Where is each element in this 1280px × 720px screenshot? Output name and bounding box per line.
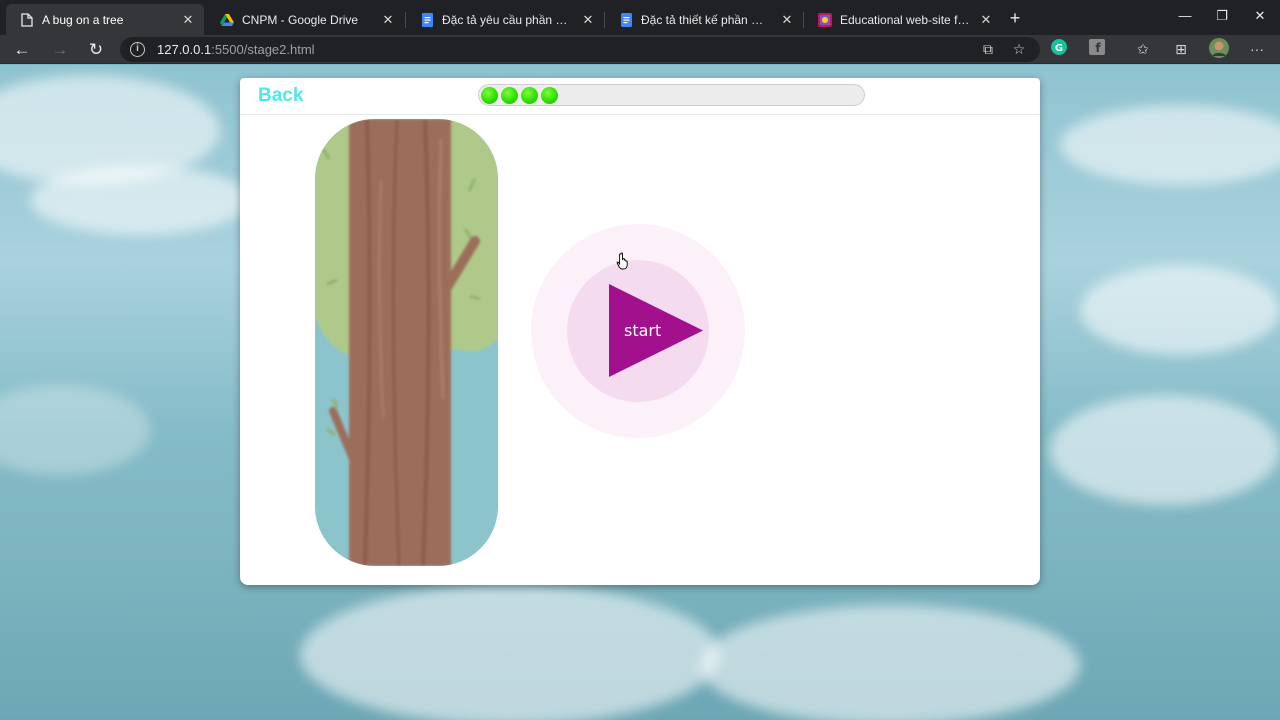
avatar[interactable]	[1209, 38, 1229, 58]
tab-title: Đặc tả thiết kế phần mềm - Goo	[641, 12, 773, 27]
browser-toolbar: ← → ↻ i 127.0.0.1:5500/stage2.html ⧉ ☆ G…	[0, 35, 1280, 64]
star-icon[interactable]: ☆	[1010, 40, 1028, 58]
close-window-icon[interactable]: ✕	[1242, 6, 1278, 26]
minimize-icon[interactable]: —	[1167, 6, 1203, 26]
tab-title: A bug on a tree	[42, 12, 124, 27]
svg-text:f: f	[1095, 41, 1101, 55]
collections-icon[interactable]: ⊞	[1172, 40, 1190, 58]
start-button[interactable]: start	[609, 284, 703, 377]
tab-title: Đặc tả yêu cầu phần mềm - Goo	[442, 12, 574, 27]
restore-icon[interactable]: ❐	[1204, 6, 1240, 26]
start-label: start	[624, 321, 662, 340]
background-cloud	[700, 605, 1080, 720]
tab-educational-web-site[interactable]: Educational web-site for childre ✕	[804, 4, 1002, 35]
tree-graphic	[315, 119, 498, 566]
start-button-halo: start	[531, 224, 745, 438]
background-cloud	[0, 385, 150, 475]
site-icon	[818, 12, 832, 27]
close-icon[interactable]: ✕	[978, 12, 994, 28]
info-icon[interactable]: i	[130, 42, 145, 57]
google-docs-icon	[619, 12, 633, 27]
close-icon[interactable]: ✕	[779, 12, 795, 28]
more-menu-icon[interactable]: ···	[1248, 40, 1266, 58]
close-icon[interactable]: ✕	[380, 12, 396, 28]
tab-cnpm-google-drive[interactable]: CNPM - Google Drive ✕	[206, 4, 404, 35]
background-cloud	[1080, 265, 1280, 355]
translate-icon[interactable]: ⧉	[979, 40, 997, 58]
tab-strip: A bug on a tree ✕ CNPM - Google Drive ✕ …	[0, 0, 1280, 35]
progress-bar	[478, 84, 865, 106]
forward-arrow-icon[interactable]: →	[48, 38, 72, 62]
address-bar[interactable]: i 127.0.0.1:5500/stage2.html ⧉ ☆	[120, 37, 1040, 62]
background-cloud	[1050, 395, 1280, 505]
grammarly-icon[interactable]: G	[1050, 39, 1068, 57]
google-drive-icon	[220, 13, 234, 27]
favorites-icon[interactable]: ✩	[1134, 40, 1152, 58]
hand-cursor-icon	[616, 252, 628, 270]
background-cloud	[300, 585, 720, 720]
close-icon[interactable]: ✕	[580, 12, 596, 28]
tab-dac-ta-thiet-ke[interactable]: Đặc tả thiết kế phần mềm - Goo ✕	[605, 4, 803, 35]
progress-dot	[521, 87, 538, 104]
tab-a-bug-on-a-tree[interactable]: A bug on a tree ✕	[6, 4, 204, 35]
back-arrow-icon[interactable]: ←	[10, 38, 34, 62]
back-link[interactable]: Back	[258, 85, 303, 107]
progress-dots	[481, 87, 558, 104]
reload-icon[interactable]: ↻	[84, 38, 108, 62]
facebook-icon[interactable]: f	[1088, 39, 1106, 57]
tab-title: Educational web-site for childre	[840, 12, 972, 27]
close-icon[interactable]: ✕	[180, 12, 196, 28]
progress-dot	[541, 87, 558, 104]
background-cloud	[1060, 105, 1280, 185]
tree-illustration	[315, 119, 498, 566]
background-cloud	[30, 165, 250, 235]
tab-dac-ta-yeu-cau[interactable]: Đặc tả yêu cầu phần mềm - Goo ✕	[406, 4, 604, 35]
page-viewport: Back start	[0, 65, 1280, 720]
page-icon	[20, 12, 34, 27]
tab-title: CNPM - Google Drive	[242, 12, 359, 27]
address-url[interactable]: 127.0.0.1:5500/stage2.html	[157, 42, 315, 57]
progress-dot	[481, 87, 498, 104]
google-docs-icon	[420, 12, 434, 27]
game-header: Back	[240, 78, 1040, 115]
progress-dot	[501, 87, 518, 104]
new-tab-button[interactable]: +	[1006, 9, 1024, 27]
game-card: Back start	[240, 78, 1040, 585]
svg-text:G: G	[1055, 43, 1063, 54]
